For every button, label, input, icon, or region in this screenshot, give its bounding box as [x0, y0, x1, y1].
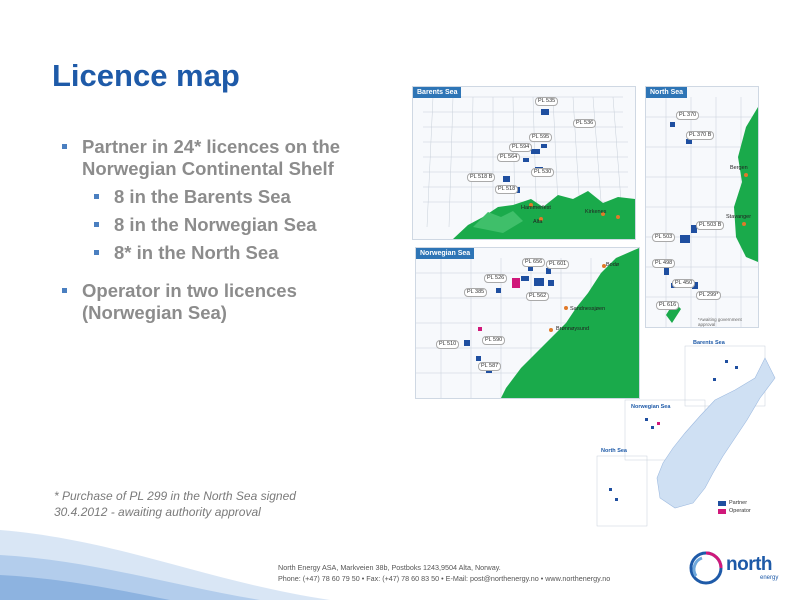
licence-label: PL 503	[652, 233, 676, 242]
partner-swatch	[718, 500, 726, 506]
bullet-barents-text: 8 in the Barents Sea	[114, 186, 291, 207]
licence-label: PL 450	[672, 279, 696, 288]
licence-label: PL 518	[495, 185, 519, 194]
licence-label: PL 510	[436, 340, 460, 349]
logo-word: north	[726, 554, 773, 575]
city-label: Stavanger	[726, 214, 752, 220]
bullet-barents: 8 in the Barents Sea	[94, 186, 392, 208]
company-address: North Energy ASA, Markveien 38b, Postbok…	[278, 562, 610, 584]
footnote-line: 30.4.2012 - awaiting authority approval	[54, 505, 261, 519]
overview-label: Barents Sea	[693, 340, 725, 346]
bullet-marker	[62, 288, 67, 293]
bullet-list: Partner in 24* licences on the Norwegian…	[62, 136, 392, 324]
bullet-marker	[62, 144, 67, 149]
licence-label: PL 587	[478, 362, 502, 371]
bullet-marker	[94, 194, 99, 199]
licence-label: PL 498	[652, 259, 676, 268]
licence-label: PL 530	[531, 168, 555, 177]
licence-label: PL 594	[509, 143, 533, 152]
overview-label: North Sea	[601, 448, 627, 454]
city-label: Bergen	[730, 165, 748, 171]
licence-label: PL 616	[656, 301, 680, 310]
licence-label: PL 503 B	[696, 221, 725, 230]
licence-label: PL 299*	[696, 291, 722, 300]
licence-label: PL 370	[676, 111, 700, 120]
licence-label: PL 370 B	[686, 131, 715, 140]
north-sea-map: North Sea PL 370 PL 370 B PL 503 B PL 50…	[645, 86, 759, 328]
bullet-operator-text: Operator in two licences (Norwegian Sea)	[82, 280, 297, 323]
city-label: Hammerfest	[521, 205, 551, 211]
bullet-norwegian: 8 in the Norwegian Sea	[94, 214, 392, 236]
barents-map-graphic	[423, 96, 635, 239]
licence-label: PL 562	[526, 292, 550, 301]
barents-sea-map: Barents Sea PL 535 PL 536 PL 595 PL 594 …	[412, 86, 636, 240]
bullet-north: 8* in the North Sea	[94, 242, 392, 264]
licence-label: PL 656	[522, 258, 546, 267]
address-line: Phone: (+47) 78 60 79 50 • Fax: (+47) 78…	[278, 574, 611, 583]
bullet-norwegian-text: 8 in the Norwegian Sea	[114, 214, 317, 235]
logo-mark-icon	[689, 551, 723, 585]
bullet-marker	[94, 250, 99, 255]
bullet-marker	[94, 222, 99, 227]
bullet-partner-text: Partner in 24* licences on the Norwegian…	[82, 136, 341, 179]
north-energy-logo: north energy	[688, 548, 788, 588]
legend-label: Operator	[729, 508, 751, 514]
bullet-operator: Operator in two licences (Norwegian Sea)	[62, 280, 392, 324]
overview-label: Norwegian Sea	[631, 404, 671, 410]
map-label: North Sea	[646, 87, 688, 98]
legend-label: Partner	[729, 500, 748, 506]
approval-note: *Awaiting government approval	[698, 317, 742, 327]
city-label: Sandnessjøen	[570, 306, 606, 312]
licence-label: PL 526	[484, 274, 508, 283]
slide-title: Licence map	[52, 58, 240, 93]
licence-label: PL 536	[573, 119, 597, 128]
legend-item: Operator	[718, 508, 751, 514]
map-label: Barents Sea	[413, 87, 462, 98]
overview-map-graphic	[596, 345, 776, 527]
licence-label: PL 385	[464, 288, 488, 297]
city-label: Alta	[533, 219, 543, 225]
legend-item: Partner	[718, 500, 751, 506]
address-line: North Energy ASA, Markveien 38b, Postbok…	[278, 563, 501, 572]
map-legend: Partner Operator	[718, 500, 751, 516]
city-label: Bodø	[606, 262, 620, 268]
map-label: Norwegian Sea	[416, 248, 475, 259]
footnote-line: * Purchase of PL 299 in the North Sea si…	[54, 489, 296, 503]
licence-label: PL 601	[546, 260, 570, 269]
city-label: Brønnøysund	[556, 326, 590, 332]
licence-label: PL 518 B	[467, 173, 496, 182]
licence-label: PL 564	[497, 153, 521, 162]
footnote: * Purchase of PL 299 in the North Sea si…	[54, 488, 296, 520]
licence-label: PL 535	[535, 97, 559, 106]
overview-map: Barents Sea Norwegian Sea North Sea	[585, 338, 780, 528]
logo-subword: energy	[760, 575, 779, 581]
bullet-partner: Partner in 24* licences on the Norwegian…	[62, 136, 392, 180]
licence-label: PL 590	[482, 336, 506, 345]
city-label: Kirkenes	[585, 209, 607, 215]
operator-swatch	[718, 508, 726, 514]
bullet-north-text: 8* in the North Sea	[114, 242, 279, 263]
licence-label: PL 595	[529, 133, 553, 142]
